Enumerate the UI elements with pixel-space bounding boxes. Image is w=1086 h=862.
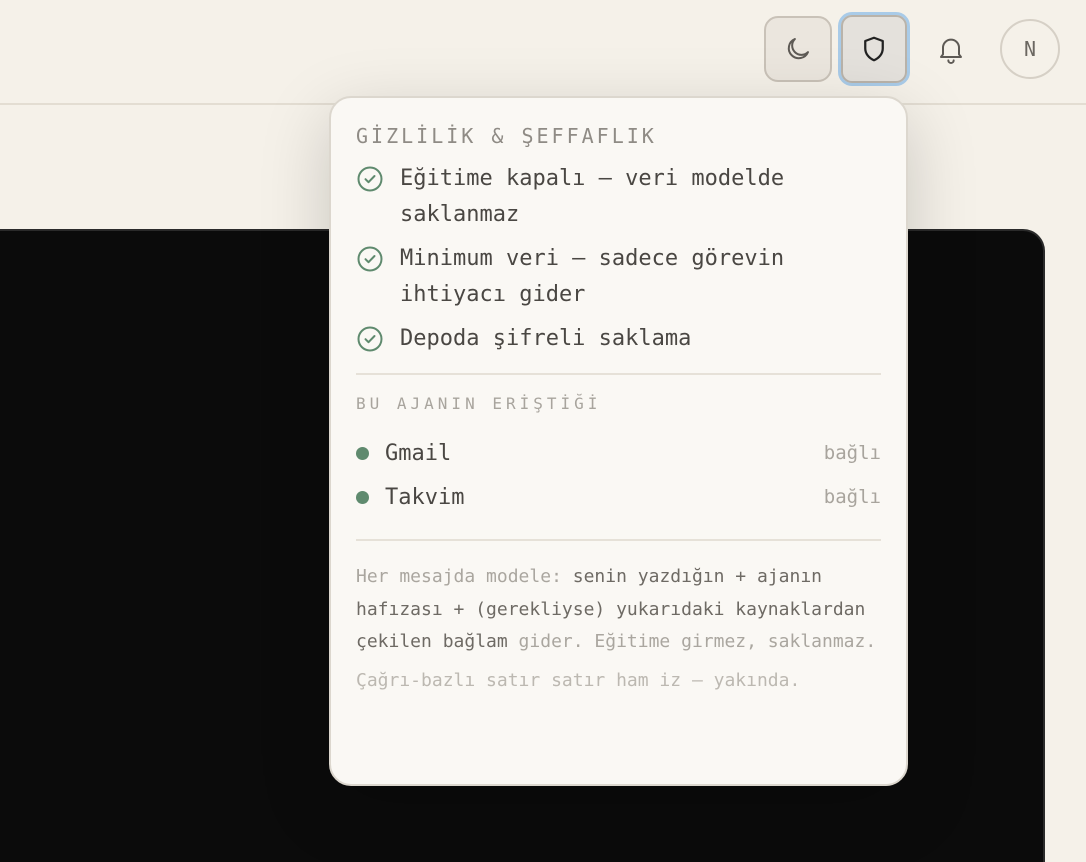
check-item-label: Eğitime kapalı — veri modelde saklanmaz (400, 166, 785, 227)
avatar[interactable]: N (1000, 19, 1060, 79)
bell-icon (940, 38, 962, 64)
shield-icon (864, 36, 884, 62)
sources-section-label: BU AJANIN ERİŞTİĞİ (356, 394, 602, 413)
connected-status-dot (356, 490, 369, 504)
theme-toggle-button[interactable] (764, 16, 832, 82)
check-item: Eğitime kapalı — veri modelde saklanmaz (356, 166, 881, 233)
source-name: Takvim (385, 484, 465, 510)
privacy-button-inner (841, 15, 907, 83)
check-item: Depoda şifreli saklama (356, 326, 881, 357)
top-bar: N (0, 0, 1086, 105)
moon-icon (787, 38, 809, 60)
sources-list: Gmail bağlı Takvim bağlı (356, 431, 881, 519)
connected-status-dot (356, 446, 369, 460)
check-circle-icon (357, 246, 383, 272)
check-circle-icon (357, 166, 383, 192)
source-status: bağlı (823, 486, 881, 508)
source-name: Gmail (385, 440, 452, 466)
notifications-button[interactable] (922, 20, 980, 78)
divider (356, 373, 881, 375)
privacy-popover: GİZLİLİK & ŞEFFAFLIK Eğitime kapalı — ve… (329, 96, 908, 786)
source-status: bağlı (823, 442, 881, 464)
check-item: Minimum veri — sadece görevin ihtiyacı g… (356, 246, 881, 313)
check-circle-icon (357, 326, 383, 352)
privacy-button[interactable] (838, 12, 910, 86)
coming-soon-note: Çağrı-bazlı satır satır ham iz — yakında… (356, 669, 801, 691)
check-item-label: Minimum veri — sadece görevin ihtiyacı g… (400, 246, 785, 307)
check-item-label: Depoda şifreli saklama (400, 326, 692, 351)
info-text-part: gider. Eğitime girmez, saklanmaz. (507, 631, 877, 652)
source-item-takvim: Takvim bağlı (356, 475, 881, 519)
data-flow-info: Her mesajda modele: senin yazdığın + aja… (356, 561, 881, 659)
info-text-part: Her mesajda modele: (356, 566, 573, 587)
privacy-check-list: Eğitime kapalı — veri modelde saklanmaz … (356, 166, 881, 357)
source-item-gmail: Gmail bağlı (356, 431, 881, 475)
popover-title: GİZLİLİK & ŞEFFAFLIK (356, 124, 657, 148)
divider (356, 539, 881, 541)
